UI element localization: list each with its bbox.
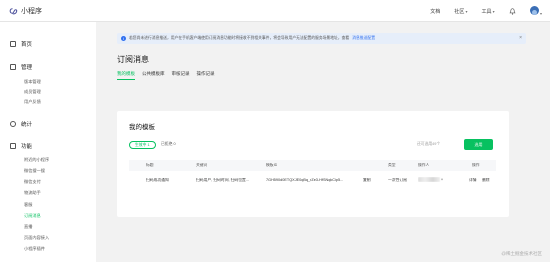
notice-link[interactable]: 消息推送配置 bbox=[352, 36, 375, 41]
cell-type: 一次性订阅 bbox=[388, 178, 407, 182]
sidebar-item-members[interactable]: 成员管理 bbox=[24, 89, 41, 95]
sidebar-item-label: 统计 bbox=[21, 122, 33, 128]
info-icon: i bbox=[121, 36, 126, 41]
sidebar-item-logistics[interactable]: 物流助手 bbox=[24, 190, 41, 196]
table-header: 标题 关键词 模板ID 类型 操作人 操作 bbox=[129, 160, 496, 171]
main-content: i 若您尚未进行消息推送，用户在手机客户端使用订阅消息功能时将接收不到相关事件，… bbox=[96, 22, 550, 262]
page-title: 订阅消息 bbox=[117, 55, 149, 64]
home-icon bbox=[10, 41, 16, 47]
chevron-down-icon: ▾ bbox=[539, 11, 542, 16]
table-row: 扫码成功通知 扫码用户, 扫码时间, 扫码位置... 7GH590d0ETQXJ… bbox=[129, 171, 496, 189]
sidebar-group-manage[interactable]: 管理 bbox=[10, 63, 32, 71]
copy-link[interactable]: 复制 bbox=[363, 178, 371, 183]
top-nav: 文档 社区 工具 ▾ bbox=[430, 6, 542, 17]
tab-bar: 我的模板 公共模板库 审核记录 操作记录 bbox=[117, 71, 215, 80]
sidebar-item-plugins[interactable]: 小程序插件 bbox=[24, 246, 45, 252]
col-title: 标题 bbox=[146, 163, 154, 167]
sidebar: 首页 管理 版本管理 成员管理 用户反馈 统计 功能 附近的小程序 微信搜一搜 … bbox=[0, 22, 96, 262]
sidebar-item-version[interactable]: 版本管理 bbox=[24, 79, 41, 85]
community-menu[interactable]: 社区 bbox=[454, 8, 467, 15]
tab-review-records[interactable]: 审核记录 bbox=[172, 71, 190, 77]
cell-keywords: 扫码用户, 扫码时间, 扫码位置... bbox=[196, 178, 249, 182]
tab-operation-records[interactable]: 操作记录 bbox=[197, 71, 215, 77]
remaining-count: 还可选用49个 bbox=[417, 142, 441, 146]
stats-icon bbox=[10, 121, 16, 127]
notice-text: 若您尚未进行消息推送，用户在手机客户端使用订阅消息功能时将接收不到相关事件，将会… bbox=[129, 36, 350, 40]
sidebar-item-label: 功能 bbox=[21, 144, 33, 150]
sidebar-item-search[interactable]: 微信搜一搜 bbox=[24, 168, 45, 174]
tab-my-templates[interactable]: 我的模板 bbox=[117, 71, 135, 80]
logo[interactable]: 小程序 bbox=[9, 6, 42, 16]
detail-link[interactable]: 详情 bbox=[469, 178, 477, 183]
sidebar-item-live[interactable]: 直播 bbox=[24, 224, 32, 230]
docs-link[interactable]: 文档 bbox=[430, 8, 440, 15]
col-actions: 操作 bbox=[472, 163, 480, 167]
col-operator: 操作人 bbox=[418, 163, 430, 167]
templates-card: 我的模板 生效中 1 已拒绝 0 还可选用49个 选用 标题 关键词 模板ID … bbox=[117, 111, 509, 217]
filter-active[interactable]: 生效中 1 bbox=[129, 141, 156, 149]
sidebar-item-home[interactable]: 首页 bbox=[10, 40, 32, 48]
col-template-id: 模板ID bbox=[266, 163, 278, 167]
sidebar-item-label: 管理 bbox=[21, 65, 33, 71]
top-bar: 小程序 文档 社区 工具 ▾ bbox=[0, 0, 550, 22]
sidebar-item-content[interactable]: 页面内容接入 bbox=[24, 235, 49, 241]
sidebar-item-label: 首页 bbox=[21, 42, 33, 48]
close-icon[interactable]: × bbox=[519, 35, 522, 41]
bell-icon[interactable] bbox=[509, 8, 516, 15]
col-type: 类型 bbox=[388, 163, 396, 167]
cell-operator: ▾ bbox=[418, 177, 443, 182]
sidebar-group-features[interactable]: 功能 bbox=[10, 142, 32, 150]
card-title: 我的模板 bbox=[129, 124, 155, 131]
sidebar-item-nearby[interactable]: 附近的小程序 bbox=[24, 157, 49, 163]
tools-menu[interactable]: 工具 bbox=[481, 8, 494, 15]
app-name: 小程序 bbox=[21, 8, 42, 15]
col-keywords: 关键词 bbox=[196, 163, 208, 167]
operator-blurred bbox=[418, 177, 440, 182]
chevron-down-icon[interactable]: ▾ bbox=[441, 178, 443, 182]
features-icon bbox=[10, 143, 16, 149]
cell-template-id: 7GH590d0ETQXJE0qBq_rZe3-HfSNqkCip5... bbox=[266, 178, 344, 182]
tab-public-library[interactable]: 公共模板库 bbox=[142, 71, 165, 77]
choose-button[interactable]: 选用 bbox=[464, 139, 493, 150]
filter-rejected[interactable]: 已拒绝 0 bbox=[161, 142, 176, 147]
avatar bbox=[529, 6, 539, 15]
sidebar-item-subscribe[interactable]: 订阅消息 bbox=[24, 213, 41, 219]
manage-icon bbox=[10, 64, 16, 70]
sidebar-item-feedback[interactable]: 用户反馈 bbox=[24, 99, 41, 105]
account-menu[interactable]: ▾ bbox=[529, 6, 542, 17]
delete-link[interactable]: 删除 bbox=[482, 178, 490, 183]
miniprogram-logo-icon bbox=[9, 7, 18, 14]
sidebar-item-service[interactable]: 客服 bbox=[24, 202, 32, 208]
sidebar-item-pay[interactable]: 微信支付 bbox=[24, 179, 41, 185]
sidebar-group-stats[interactable]: 统计 bbox=[10, 120, 32, 128]
cell-title: 扫码成功通知 bbox=[146, 178, 169, 182]
watermark: @稀土掘金技术社区 bbox=[501, 251, 542, 256]
notice-banner: i 若您尚未进行消息推送，用户在手机客户端使用订阅消息功能时将接收不到相关事件，… bbox=[117, 33, 526, 44]
